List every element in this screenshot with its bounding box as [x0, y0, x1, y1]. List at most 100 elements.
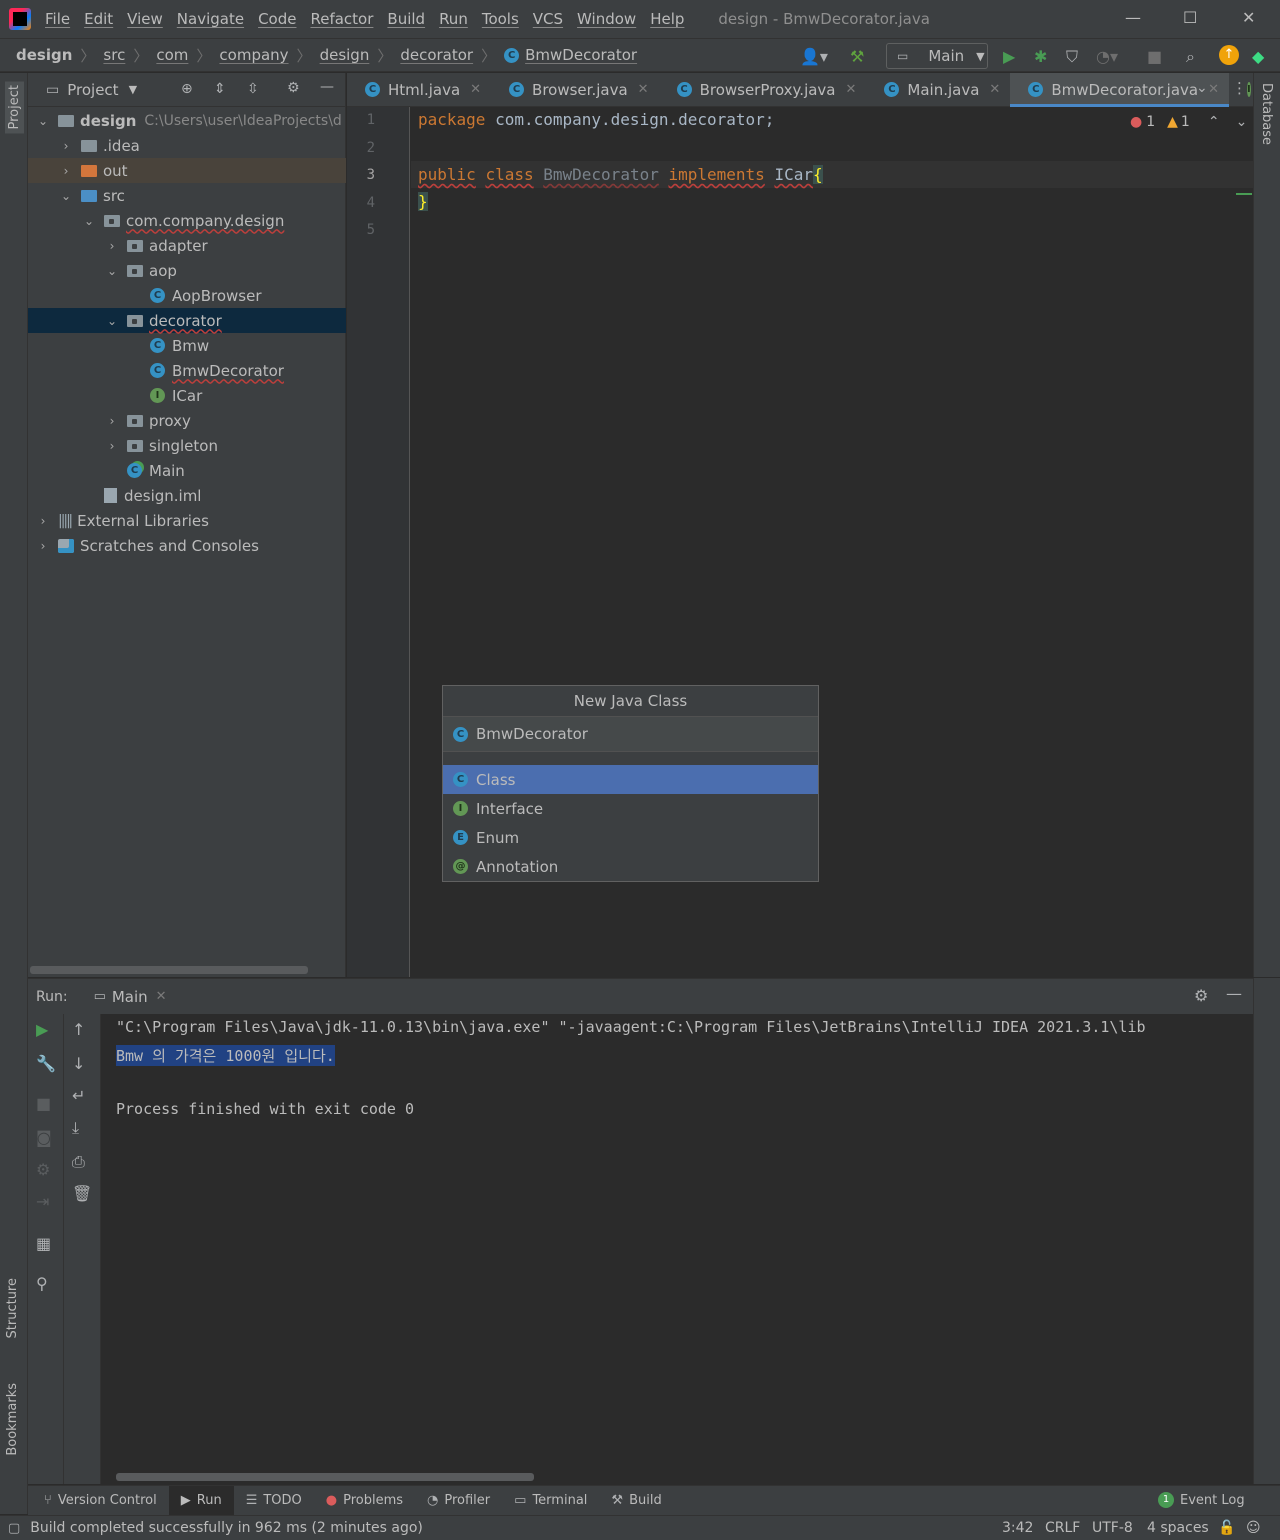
editor-tab-browser-java[interactable]: C Browser.java ✕ [491, 73, 659, 107]
indent-setting[interactable]: 4 spaces [1147, 1520, 1209, 1536]
menu-view[interactable]: View [127, 10, 163, 28]
menu-run[interactable]: Run [439, 10, 468, 28]
kind-option-annotation[interactable]: @ Annotation [443, 852, 818, 881]
tree-item-singleton[interactable]: › singleton [28, 433, 346, 458]
close-icon[interactable]: ✕ [989, 82, 1000, 97]
breadcrumb-item[interactable]: BmwDecorator [525, 46, 637, 64]
menu-help[interactable]: Help [650, 10, 684, 28]
status-message[interactable]: Build completed successfully in 962 ms (… [30, 1520, 423, 1536]
wrench-icon[interactable]: 🔧 [36, 1054, 56, 1073]
user-icon[interactable]: 👤▾ [800, 47, 828, 66]
build-hammer-icon[interactable]: ⚒ [850, 47, 864, 66]
scroll-up-icon[interactable]: ↑ [72, 1020, 85, 1039]
structure-tool-tab[interactable]: Structure [5, 1278, 20, 1338]
tree-item-proxy[interactable]: › proxy [28, 408, 346, 433]
breadcrumb-item[interactable]: design [320, 46, 370, 64]
chevron-right-icon[interactable]: › [36, 539, 50, 553]
tree-item-adapter[interactable]: › adapter [28, 233, 346, 258]
tree-item-external-libraries[interactable]: › |||‖ External Libraries [28, 508, 346, 533]
tabs-dropdown-icon[interactable]: ⌄ [1196, 80, 1208, 96]
breadcrumb-item[interactable]: company [219, 46, 288, 64]
run-tab-main[interactable]: Main [112, 988, 148, 1006]
debug-icon[interactable]: ✱ [1034, 47, 1047, 66]
menu-code[interactable]: Code [258, 10, 296, 28]
file-encoding[interactable]: UTF-8 [1092, 1520, 1133, 1536]
tree-item-bmwdecorator[interactable]: C BmwDecorator [28, 358, 346, 383]
caret-position[interactable]: 3:42 [1002, 1520, 1033, 1536]
more-icon[interactable]: ⋮ [1232, 79, 1247, 97]
kind-option-interface[interactable]: I Interface [443, 794, 818, 823]
database-tool-tab[interactable]: Database [1259, 83, 1274, 145]
tree-item-bmw[interactable]: C Bmw [28, 333, 346, 358]
previous-problem-icon[interactable]: ⌃ [1208, 114, 1220, 130]
class-name-input[interactable] [476, 725, 776, 743]
close-icon[interactable]: ✕ [1208, 82, 1219, 97]
close-icon[interactable]: ✕ [470, 82, 481, 97]
profile-icon[interactable]: ◔▾ [1096, 47, 1118, 66]
tree-item-decorator[interactable]: ⌄ decorator [28, 308, 346, 333]
chevron-down-icon[interactable]: ▼ [129, 83, 137, 96]
search-icon[interactable]: ⌕ [1186, 47, 1195, 67]
gear-icon[interactable]: ⚙ [287, 80, 300, 96]
tree-item-design[interactable]: ⌄ design C:\Users\user\IdeaProjects\d [28, 108, 346, 133]
tool-tab-profiler[interactable]: ◔ Profiler [415, 1486, 502, 1516]
exit-icon[interactable]: ⇥ [36, 1192, 49, 1211]
menu-navigate[interactable]: Navigate [177, 10, 244, 28]
menu-window[interactable]: Window [577, 10, 636, 28]
expand-all-icon[interactable]: ⇕ [214, 81, 226, 97]
next-problem-icon[interactable]: ⌄ [1236, 114, 1248, 130]
tree-item-aop[interactable]: ⌄ aop [28, 258, 346, 283]
maximize-icon[interactable]: ☐ [1183, 8, 1197, 27]
editor-tab-browserproxy-java[interactable]: C BrowserProxy.java ✕ [659, 73, 867, 107]
collapse-all-icon[interactable]: ⇳ [247, 81, 259, 97]
run-icon[interactable]: ▶ [1003, 47, 1015, 66]
kind-option-class[interactable]: C Class [443, 765, 818, 794]
tree-item-src[interactable]: ⌄ src [28, 183, 346, 208]
soft-wrap-icon[interactable]: ↵ [72, 1086, 85, 1105]
close-icon[interactable]: ✕ [638, 82, 649, 97]
chevron-right-icon[interactable]: › [59, 139, 73, 153]
tool-tab-run[interactable]: ▶ Run [168, 1485, 234, 1516]
tool-tab-todo[interactable]: ☰ TODO [234, 1486, 314, 1516]
print-icon[interactable]: ⎙ [72, 1152, 85, 1172]
toggle-tool-windows-icon[interactable]: ▢ [8, 1521, 20, 1536]
lock-icon[interactable]: 🔓 [1218, 1520, 1235, 1536]
tree-item-main[interactable]: C Main [28, 458, 346, 483]
camera-icon[interactable]: ◙ [36, 1128, 52, 1147]
scroll-to-end-icon[interactable]: ⤓ [72, 1118, 79, 1138]
tool-tab-build[interactable]: ⚒ Build [599, 1486, 673, 1516]
gear-icon[interactable]: ⚙ [1194, 986, 1208, 1005]
breadcrumb-item[interactable]: src [103, 46, 125, 64]
tree-item-com-company-design[interactable]: ⌄ com.company.design [28, 208, 346, 233]
menu-vcs[interactable]: VCS [533, 10, 563, 28]
tree-item-icar[interactable]: I ICar [28, 383, 346, 408]
hide-panel-icon[interactable]: — [320, 79, 334, 95]
chevron-down-icon[interactable]: ⌄ [82, 214, 96, 228]
console-horizontal-scrollbar[interactable] [116, 1473, 534, 1481]
project-panel-title[interactable]: Project [67, 81, 118, 99]
settings-icon[interactable]: ⚙ [36, 1160, 50, 1179]
menu-edit[interactable]: Edit [84, 10, 113, 28]
inspector-icon[interactable]: ☺ [1246, 1520, 1261, 1536]
close-icon[interactable]: ✕ [846, 82, 857, 97]
menu-tools[interactable]: Tools [482, 10, 519, 28]
tool-tab-terminal[interactable]: ▭ Terminal [502, 1486, 599, 1516]
bookmarks-tool-tab[interactable]: Bookmarks [5, 1383, 20, 1456]
project-tool-tab[interactable]: Project [5, 81, 24, 134]
class-name-field[interactable]: C [443, 717, 818, 752]
locate-icon[interactable]: ⊕ [181, 81, 193, 97]
intellij-logo-icon[interactable] [9, 8, 31, 30]
chevron-right-icon[interactable]: › [59, 164, 73, 178]
event-log-button[interactable]: 1 Event Log [1158, 1492, 1245, 1508]
chevron-right-icon[interactable]: › [36, 514, 50, 528]
stop-icon[interactable]: ■ [1147, 47, 1162, 66]
close-icon[interactable]: ✕ [156, 989, 167, 1004]
menu-refactor[interactable]: Refactor [310, 10, 373, 28]
line-separator[interactable]: CRLF [1045, 1520, 1080, 1536]
chevron-right-icon[interactable]: › [105, 439, 119, 453]
rerun-icon[interactable]: ▶ [36, 1020, 48, 1039]
kind-option-enum[interactable]: E Enum [443, 823, 818, 852]
editor-tab-html-java[interactable]: C Html.java ✕ [347, 73, 491, 107]
coverage-icon[interactable]: ⛉ [1066, 47, 1078, 67]
chevron-down-icon[interactable]: ⌄ [105, 314, 119, 328]
